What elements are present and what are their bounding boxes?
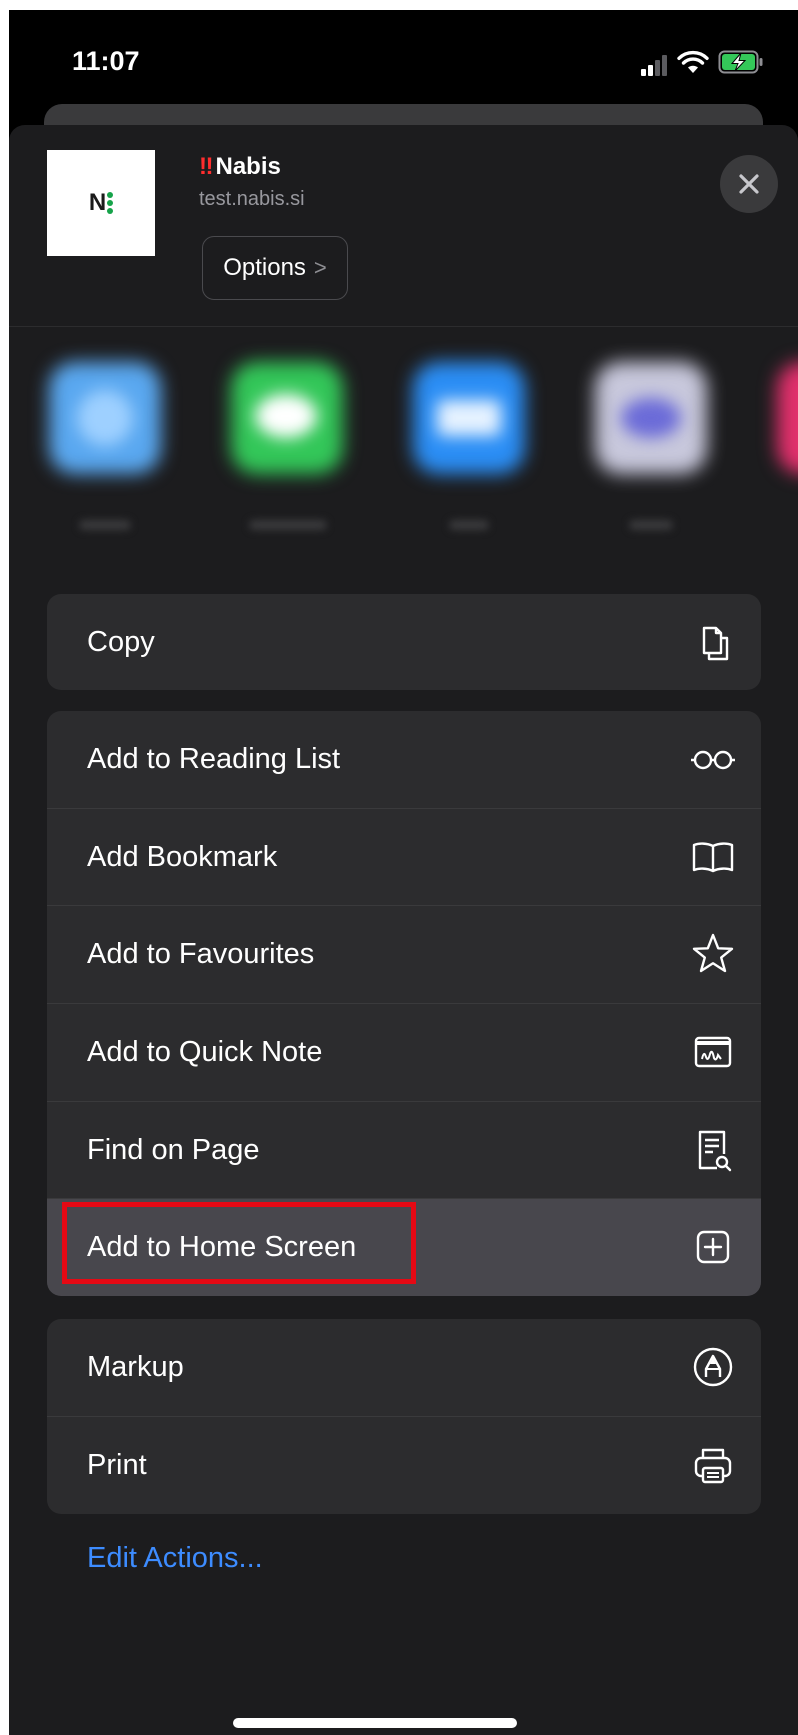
edit-actions-link[interactable]: Edit Actions... <box>87 1542 263 1575</box>
copy-action[interactable]: Copy <box>47 594 761 690</box>
cellular-signal-icon <box>641 50 671 76</box>
print-label: Print <box>87 1449 147 1481</box>
add-bookmark-label: Add Bookmark <box>87 840 278 873</box>
double-exclamation-icon: ‼ <box>199 153 213 180</box>
markup-pen-icon <box>693 1347 733 1387</box>
app-inner-glyph <box>621 398 681 438</box>
battery-charging-icon <box>718 50 763 74</box>
messages-inner-glyph <box>255 394 317 438</box>
add-to-reading-list-label: Add to Reading List <box>87 743 341 775</box>
markup-label: Markup <box>87 1351 184 1383</box>
quick-note-icon <box>694 1036 732 1068</box>
add-bookmark-action[interactable]: Add Bookmark <box>47 809 761 906</box>
mail-inner-glyph <box>437 400 501 436</box>
options-button[interactable]: Options > <box>202 236 348 300</box>
instagram-app-icon[interactable] <box>777 362 798 474</box>
star-icon <box>692 933 734 973</box>
find-on-page-action[interactable]: Find on Page <box>47 1102 761 1199</box>
add-to-home-screen-action[interactable]: Add to Home Screen <box>47 1199 761 1296</box>
thumbnail-logo-text: N <box>88 189 106 216</box>
airdrop-inner-glyph <box>77 390 133 446</box>
action-group-tools: Markup Print <box>47 1319 761 1514</box>
add-to-favourites-label: Add to Favourites <box>87 938 315 970</box>
chevron-right-icon: > <box>313 255 327 280</box>
app-share-row <box>9 350 798 530</box>
app-label-placeholder <box>629 520 673 530</box>
options-label: Options <box>223 254 306 281</box>
phone-screen: 11:07 N ‼ Nabis test.nabis.si Options > … <box>9 10 798 1735</box>
app-label-placeholder <box>449 520 489 530</box>
site-title-text: Nabis <box>215 153 281 180</box>
site-url: test.nabis.si <box>199 188 305 210</box>
app-label-placeholder <box>249 520 327 530</box>
home-indicator[interactable] <box>233 1718 517 1728</box>
book-icon <box>692 842 734 873</box>
action-group-main: Add to Reading List Add Bookmark Add to … <box>47 711 761 1296</box>
header-divider <box>9 326 798 327</box>
nabis-logo-mark-icon <box>107 192 114 214</box>
close-button[interactable] <box>720 155 778 213</box>
status-bar: 11:07 <box>9 10 798 110</box>
printer-icon <box>694 1448 732 1484</box>
find-on-page-label: Find on Page <box>87 1133 260 1166</box>
print-action[interactable]: Print <box>47 1417 761 1514</box>
plus-square-icon <box>696 1230 730 1264</box>
wifi-icon <box>677 50 709 73</box>
find-on-page-icon <box>698 1130 732 1172</box>
glasses-icon <box>691 750 735 770</box>
copy-label: Copy <box>87 625 155 658</box>
close-icon <box>739 174 759 194</box>
add-to-quick-note-label: Add to Quick Note <box>87 1036 323 1068</box>
markup-action[interactable]: Markup <box>47 1319 761 1417</box>
add-to-quick-note-action[interactable]: Add to Quick Note <box>47 1004 761 1102</box>
add-to-home-screen-label: Add to Home Screen <box>87 1231 357 1263</box>
copy-icon <box>702 626 729 661</box>
add-to-favourites-action[interactable]: Add to Favourites <box>47 906 761 1004</box>
action-group-copy: Copy <box>47 594 761 690</box>
add-to-reading-list-action[interactable]: Add to Reading List <box>47 711 761 809</box>
status-time: 11:07 <box>72 46 140 76</box>
site-thumbnail: N <box>47 150 155 256</box>
site-title: ‼ Nabis <box>199 153 281 181</box>
app-label-placeholder <box>79 520 131 530</box>
